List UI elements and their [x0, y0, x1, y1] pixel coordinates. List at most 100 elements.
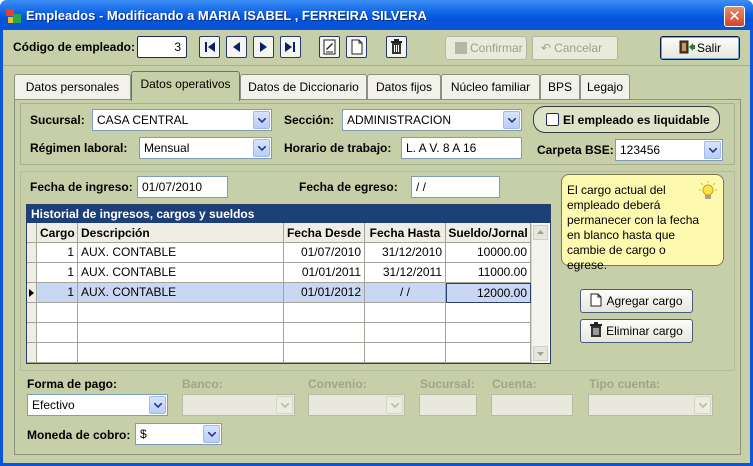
tab-datos-operativos[interactable]: Datos operativos	[131, 71, 240, 101]
empty-cell[interactable]	[37, 303, 78, 323]
table-row-cell[interactable]: AUX. CONTABLE	[78, 283, 284, 303]
scroll-down-button[interactable]	[533, 346, 548, 361]
row-indicator	[27, 323, 37, 343]
salir-button[interactable]: Salir	[660, 36, 740, 60]
tab-datos-fijos[interactable]: Datos fijos	[367, 74, 441, 100]
table-row-cell[interactable]: 11000.00	[446, 263, 531, 283]
grid-header-cargo[interactable]: Cargo	[37, 223, 78, 243]
ingreso-label: Fecha de ingreso:	[30, 180, 133, 194]
tab-datos-personales[interactable]: Datos personales	[14, 74, 131, 100]
moneda-select[interactable]: $	[135, 423, 222, 445]
convenio-label: Convenio:	[308, 377, 367, 391]
horario-input[interactable]: L. A V. 8 A 16	[401, 137, 522, 159]
agregar-cargo-button[interactable]: Agregar cargo	[580, 289, 693, 313]
last-icon	[285, 42, 295, 52]
empty-cell[interactable]	[284, 343, 365, 363]
empty-cell[interactable]	[78, 303, 284, 323]
info-note-text: El cargo actual del empleado deberá perm…	[567, 183, 700, 272]
tipo-cuenta-select[interactable]	[588, 394, 713, 416]
app-icon	[6, 9, 21, 23]
empty-cell[interactable]	[78, 343, 284, 363]
chevron-down-icon	[704, 141, 721, 159]
table-row-cell[interactable]: 1	[37, 263, 78, 283]
undo-icon: ↶	[541, 41, 552, 55]
table-row-cell[interactable]: 1	[37, 283, 78, 303]
empty-cell[interactable]	[446, 323, 531, 343]
table-row-cell[interactable]: AUX. CONTABLE	[78, 243, 284, 263]
cuenta-label: Cuenta:	[492, 377, 537, 391]
cancelar-button[interactable]: ↶ Cancelar	[532, 36, 618, 60]
carpeta-label: Carpeta BSE:	[537, 143, 614, 157]
regimen-select[interactable]: Mensual	[139, 137, 272, 159]
table-row-cell[interactable]: 10000.00	[446, 243, 531, 263]
next-record-button[interactable]	[253, 36, 274, 58]
empty-cell[interactable]	[365, 303, 446, 323]
grid-header-sueldo[interactable]: Sueldo/Jornal	[446, 223, 531, 243]
delete-button[interactable]	[386, 36, 407, 58]
cuenta-input[interactable]	[491, 394, 573, 416]
egreso-input[interactable]: / /	[411, 176, 500, 198]
tab-legajo[interactable]: Legajo	[580, 74, 630, 100]
chevron-up-icon	[537, 230, 544, 234]
chevron-down-icon	[386, 396, 403, 414]
empty-cell[interactable]	[78, 323, 284, 343]
cancelar-label: Cancelar	[554, 41, 603, 55]
grid-header-descripcion[interactable]: Descripción	[78, 223, 284, 243]
seccion-select[interactable]: ADMINISTRACION	[342, 109, 522, 131]
table-row-cell[interactable]: AUX. CONTABLE	[78, 263, 284, 283]
trash-icon	[391, 39, 402, 54]
next-icon	[260, 42, 267, 52]
liquidable-checkbox-box[interactable]	[546, 113, 559, 126]
lightbulb-icon	[699, 181, 717, 199]
pago-sucursal-input[interactable]	[419, 394, 477, 416]
forma-pago-select[interactable]: Efectivo	[27, 394, 168, 416]
eliminar-cargo-button[interactable]: Eliminar cargo	[580, 319, 693, 343]
tab-datos-diccionario[interactable]: Datos de Diccionario	[240, 74, 367, 100]
grid-scrollbar[interactable]	[531, 224, 549, 363]
table-row-cell[interactable]: 31/12/2011	[365, 263, 446, 283]
chevron-down-icon	[203, 425, 220, 443]
empty-cell[interactable]	[37, 343, 78, 363]
prev-record-button[interactable]	[226, 36, 247, 58]
empty-cell[interactable]	[365, 323, 446, 343]
new-button[interactable]	[346, 36, 367, 58]
empty-cell[interactable]	[446, 303, 531, 323]
empty-cell[interactable]	[37, 323, 78, 343]
tab-nucleo-familiar[interactable]: Núcleo familiar	[441, 74, 540, 100]
table-row-cell[interactable]: 12000.00	[446, 283, 531, 303]
edit-icon	[323, 39, 336, 55]
empty-cell[interactable]	[284, 323, 365, 343]
table-row-cell[interactable]: / /	[365, 283, 446, 303]
codigo-label: Código de empleado:	[13, 40, 136, 54]
table-row-cell[interactable]: 01/01/2011	[284, 263, 365, 283]
chevron-down-icon	[537, 352, 544, 356]
ingreso-input[interactable]: 01/07/2010	[137, 176, 228, 198]
table-row-cell[interactable]: 1	[37, 243, 78, 263]
empty-cell[interactable]	[446, 343, 531, 363]
banco-select[interactable]	[182, 394, 295, 416]
empty-cell[interactable]	[284, 303, 365, 323]
grid-header-fecha-desde[interactable]: Fecha Desde	[284, 223, 365, 243]
first-record-button[interactable]	[199, 36, 220, 58]
last-record-button[interactable]	[280, 36, 301, 58]
edit-button[interactable]	[319, 36, 340, 58]
liquidable-checkbox[interactable]: El empleado es liquidable	[533, 106, 720, 133]
salir-label: Salir	[696, 41, 721, 55]
carpeta-select[interactable]: 123456	[615, 139, 723, 161]
first-icon	[205, 42, 215, 52]
convenio-select[interactable]	[308, 394, 405, 416]
table-row-cell[interactable]: 31/12/2010	[365, 243, 446, 263]
seccion-label: Sección:	[284, 113, 335, 127]
close-button[interactable]: ✕	[724, 6, 745, 27]
table-row-cell[interactable]: 01/07/2010	[284, 243, 365, 263]
empty-cell[interactable]	[365, 343, 446, 363]
tab-bps[interactable]: BPS	[540, 74, 580, 100]
sucursal-select[interactable]: CASA CENTRAL	[92, 109, 272, 131]
confirmar-button[interactable]: Confirmar	[445, 36, 527, 60]
grid-header-fecha-hasta[interactable]: Fecha Hasta	[365, 223, 446, 243]
table-row-cell[interactable]: 01/01/2012	[284, 283, 365, 303]
grid-title: Historial de ingresos, cargos y sueldos	[27, 205, 550, 223]
codigo-input[interactable]: 3	[137, 36, 187, 58]
chevron-down-icon	[503, 111, 520, 129]
scroll-up-button[interactable]	[533, 225, 548, 240]
